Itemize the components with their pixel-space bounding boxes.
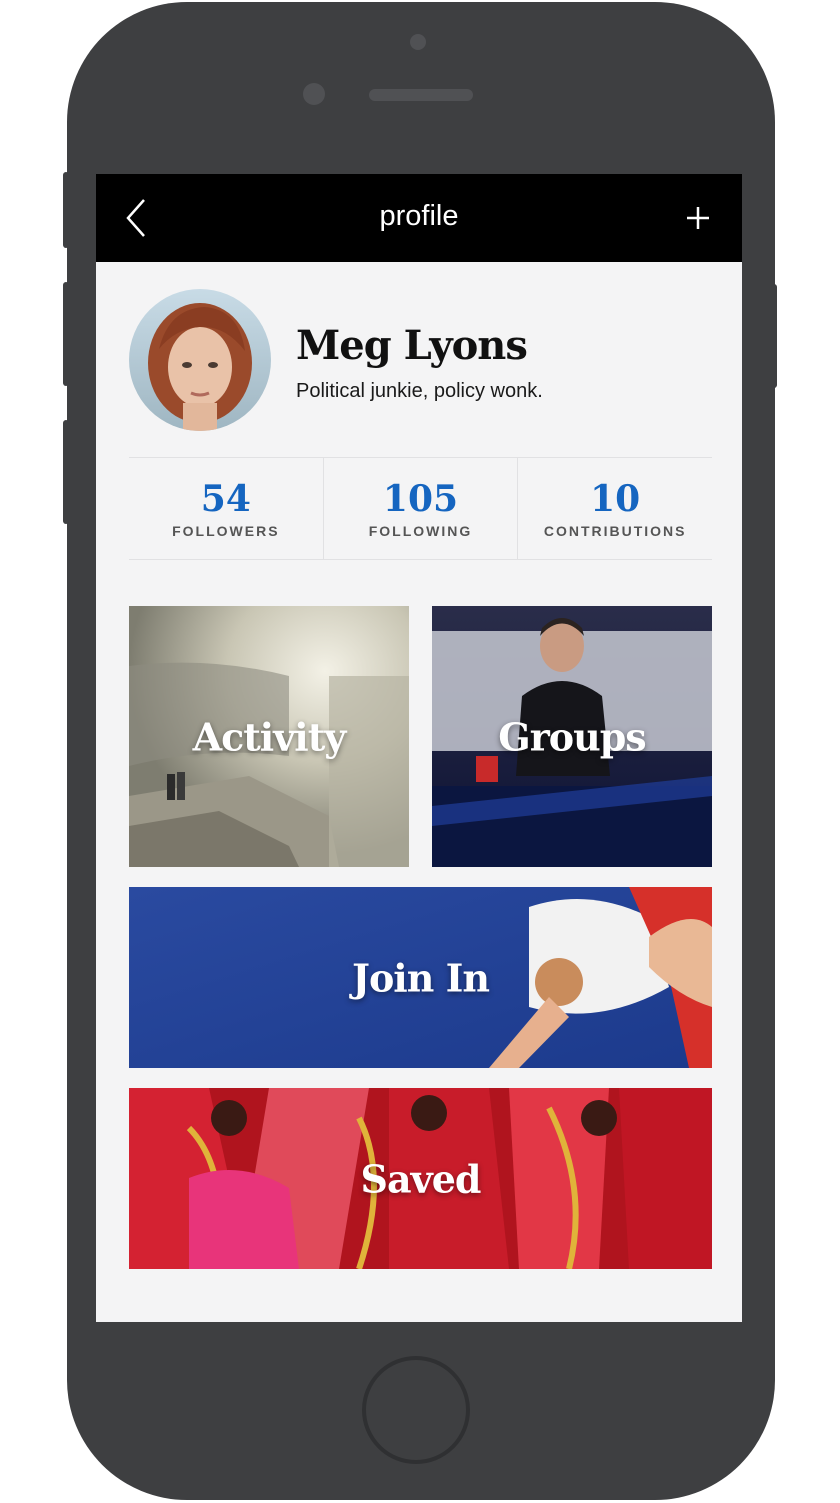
stat-contributions[interactable]: 10 CONTRIBUTIONS [517,458,712,559]
contributions-count: 10 [590,478,641,520]
saved-tile[interactable]: Saved [129,1088,712,1269]
top-navigation-bar: profile [96,174,742,262]
volume-up-button [63,282,69,386]
profile-stats: 54 FOLLOWERS 105 FOLLOWING 10 CONTRIBUTI… [129,457,712,560]
power-button [771,284,777,388]
groups-label: Groups [498,714,646,759]
page-title: profile [379,200,459,232]
groups-tile[interactable]: Groups [432,606,712,867]
followers-count: 54 [200,478,251,520]
stat-followers[interactable]: 54 FOLLOWERS [129,458,323,559]
profile-bio: Political junkie, policy wonk. [296,380,543,402]
front-camera [303,83,325,105]
home-button[interactable] [362,1356,470,1464]
app-screen: profile Meg Lyons Political junkie, poli… [96,174,742,1322]
mute-switch [63,172,69,248]
proximity-sensor [410,34,426,50]
profile-name: Meg Lyons [296,322,528,369]
saved-label: Saved [360,1156,482,1201]
followers-label: FOLLOWERS [172,523,280,539]
stat-following[interactable]: 105 FOLLOWING [322,458,518,559]
volume-down-button [63,420,69,524]
earpiece-speaker [369,89,473,101]
avatar[interactable] [129,289,271,431]
contributions-label: CONTRIBUTIONS [543,523,687,539]
join-in-label: Join In [351,955,490,1000]
following-count: 105 [382,478,459,520]
avatar-photo [129,289,271,431]
following-label: FOLLOWING [368,523,473,539]
add-button[interactable] [684,204,712,232]
activity-tile[interactable]: Activity [129,606,409,867]
plus-icon [687,207,709,229]
join-in-tile[interactable]: Join In [129,887,712,1068]
activity-label: Activity [192,714,347,759]
